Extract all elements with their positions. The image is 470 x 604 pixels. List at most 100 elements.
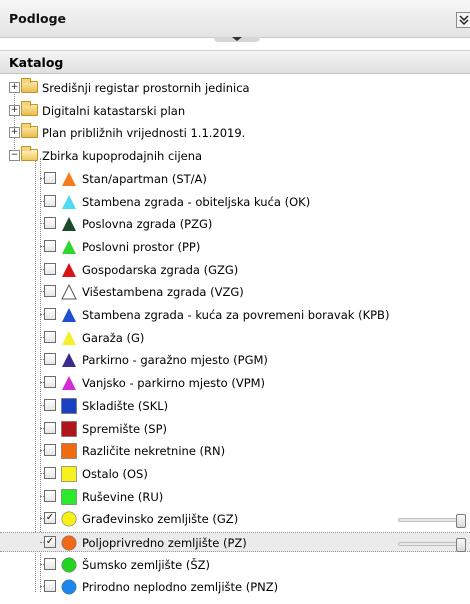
layer-label: Poslovni prostor (PP) xyxy=(82,239,201,254)
layer-row[interactable]: ✓ Građevinsko zemljište (GZ) xyxy=(0,509,470,529)
opacity-slider[interactable] xyxy=(398,514,466,529)
folder-icon xyxy=(21,100,38,116)
layer-row[interactable]: Stan/apartman (ST/A) xyxy=(0,169,470,189)
layer-checkbox[interactable] xyxy=(44,489,56,502)
layer-row[interactable]: Stambena zgrada - kuća za povremeni bora… xyxy=(0,305,470,325)
layer-row[interactable]: Gospodarska zgrada (GZG) xyxy=(0,260,470,280)
folder-label: Središnji registar prostornih jedinica xyxy=(42,81,250,95)
layer-row[interactable]: Šumsko zemljište (ŠZ) xyxy=(0,555,470,575)
layer-row[interactable]: Ruševine (RU) xyxy=(0,487,470,507)
layer-label: Poslovna zgrada (PZG) xyxy=(82,217,213,232)
layer-row[interactable]: Stambena zgrada - obiteljska kuća (OK) xyxy=(0,192,470,212)
layer-checkbox[interactable] xyxy=(44,421,56,434)
layer-checkbox[interactable] xyxy=(44,557,56,570)
layer-row[interactable]: Prirodno neplodno zemljište (PNZ) xyxy=(0,577,470,597)
folder-icon xyxy=(21,78,38,93)
folder-label: Digitalni katastarski plan xyxy=(42,103,186,118)
layer-checkbox[interactable] xyxy=(44,580,56,593)
layer-label: Šumsko zemljište (ŠZ) xyxy=(82,557,211,572)
layer-label: Skladište (SKL) xyxy=(82,398,169,413)
slider-thumb[interactable] xyxy=(456,538,466,552)
folder-open-icon xyxy=(21,146,38,162)
layer-label: Višestambena zgrada (VZG) xyxy=(82,285,244,300)
layer-row[interactable]: Različite nekretnine (RN) xyxy=(0,441,470,461)
layer-label: Ostalo (OS) xyxy=(82,466,148,481)
catalog-title: Katalog xyxy=(9,55,64,70)
layer-label: Poljoprivredno zemljište (PZ) xyxy=(82,536,247,550)
layer-label: Spremište (SP) xyxy=(82,421,167,436)
layer-checkbox[interactable] xyxy=(44,308,56,320)
layer-label: Garaža (G) xyxy=(82,330,145,345)
triangle-symbol-icon xyxy=(61,284,77,300)
layer-label: Prirodno neplodno zemljište (PNZ) xyxy=(82,580,279,595)
circle-symbol-icon xyxy=(61,535,77,551)
triangle-symbol-icon xyxy=(61,262,77,278)
layer-checkbox[interactable] xyxy=(44,353,56,366)
layer-checkbox[interactable] xyxy=(44,194,56,207)
triangle-symbol-icon xyxy=(61,239,77,255)
square-symbol-icon xyxy=(61,420,77,437)
layer-row[interactable]: Parkirno - garažno mjesto (PGM) xyxy=(0,350,470,370)
layer-checkbox[interactable] xyxy=(44,262,56,275)
layer-label: Gospodarska zgrada (GZG) xyxy=(82,262,239,277)
panel-title: Podloge xyxy=(9,11,66,26)
layer-checkbox[interactable]: ✓ xyxy=(44,512,56,525)
layer-checkbox[interactable] xyxy=(44,239,56,252)
layer-checkbox[interactable]: ✓ xyxy=(44,536,56,548)
square-symbol-icon xyxy=(61,466,77,482)
triangle-symbol-icon xyxy=(61,216,77,232)
layer-checkbox[interactable] xyxy=(44,466,56,479)
folder-icon xyxy=(21,123,38,139)
square-symbol-icon xyxy=(61,443,77,459)
layer-checkbox[interactable] xyxy=(44,217,56,230)
layer-row[interactable]: Poslovna zgrada (PZG) xyxy=(0,214,470,234)
triangle-symbol-icon xyxy=(61,375,77,391)
layer-checkbox[interactable] xyxy=(44,444,56,457)
layer-label: Različite nekretnine (RN) xyxy=(82,444,226,459)
circle-symbol-icon xyxy=(61,557,77,573)
tree-folder-row[interactable]: − Zbirka kupoprodajnih cijena xyxy=(0,146,470,166)
tree-folder-row[interactable]: + Plan približnih vrijednosti 1.1.2019. xyxy=(0,123,470,143)
opacity-slider[interactable] xyxy=(398,538,466,552)
double-chevron-down-icon[interactable] xyxy=(456,12,470,28)
layer-row[interactable]: Višestambena zgrada (VZG) xyxy=(0,282,470,302)
triangle-symbol-icon xyxy=(61,171,77,187)
slider-thumb[interactable] xyxy=(456,514,466,529)
layer-row[interactable]: Ostalo (OS) xyxy=(0,464,470,484)
layer-row[interactable]: Vanjsko - parkirno mjesto (VPM) xyxy=(0,373,470,393)
catalog-header: Katalog xyxy=(0,50,470,74)
triangle-symbol-icon xyxy=(61,352,77,368)
slider-track xyxy=(398,542,458,546)
layer-label: Stambena zgrada - obiteljska kuća (OK) xyxy=(82,194,311,209)
triangle-symbol-icon xyxy=(61,307,77,323)
layer-checkbox[interactable] xyxy=(44,376,56,389)
layer-label: Vanjsko - parkirno mjesto (VPM) xyxy=(82,376,266,391)
triangle-symbol-icon xyxy=(61,330,77,346)
folder-label: Zbirka kupoprodajnih cijena xyxy=(42,149,203,164)
slider-track xyxy=(398,518,458,523)
layer-label: Građevinsko zemljište (GZ) xyxy=(82,512,239,527)
layer-row[interactable]: ✓ Poljoprivredno zemljište (PZ) xyxy=(0,532,470,552)
tree-folder-row[interactable]: + Digitalni katastarski plan xyxy=(0,100,470,121)
layer-label: Stan/apartman (ST/A) xyxy=(82,171,207,186)
layer-row[interactable]: Skladište (SKL) xyxy=(0,396,470,416)
folder-label: Plan približnih vrijednosti 1.1.2019. xyxy=(42,126,246,141)
square-symbol-icon xyxy=(61,488,77,505)
triangle-symbol-icon xyxy=(61,194,77,210)
layer-row[interactable]: Spremište (SP) xyxy=(0,419,470,439)
tree-folder-row[interactable]: + Središnji registar prostornih jedinica xyxy=(0,78,470,98)
layer-label: Parkirno - garažno mjesto (PGM) xyxy=(82,353,268,368)
layer-checkbox[interactable] xyxy=(44,285,56,298)
layer-label: Ruševine (RU) xyxy=(82,489,164,504)
layer-checkbox[interactable] xyxy=(44,330,56,343)
layer-label: Stambena zgrada - kuća za povremeni bora… xyxy=(82,308,390,322)
layer-checkbox[interactable] xyxy=(44,398,56,411)
circle-symbol-icon xyxy=(61,511,77,527)
layer-checkbox[interactable] xyxy=(44,171,56,184)
layer-row[interactable]: Garaža (G) xyxy=(0,328,470,348)
square-symbol-icon xyxy=(61,397,77,414)
panel-header: Podloge xyxy=(0,0,470,38)
circle-symbol-icon xyxy=(61,579,77,595)
splitter-handle[interactable] xyxy=(214,37,260,42)
layer-row[interactable]: Poslovni prostor (PP) xyxy=(0,237,470,257)
